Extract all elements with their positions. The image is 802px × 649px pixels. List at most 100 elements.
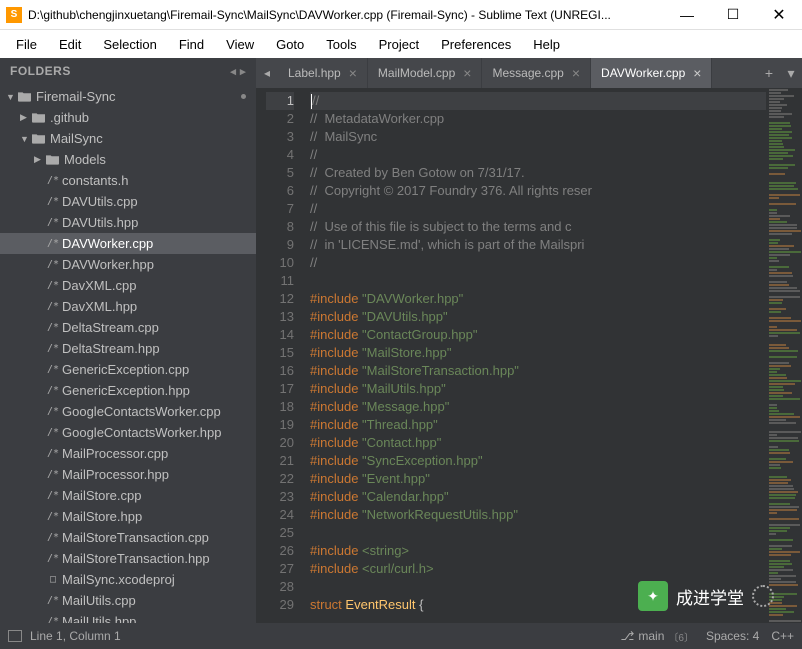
code-line[interactable]: #include "MailUtils.hpp"	[310, 380, 766, 398]
code-line[interactable]: #include <string>	[310, 542, 766, 560]
line-number[interactable]: 27	[266, 560, 294, 578]
tab-message-cpp[interactable]: Message.cpp×	[482, 58, 591, 88]
menu-help[interactable]: Help	[523, 34, 570, 55]
menu-file[interactable]: File	[6, 34, 47, 55]
code-line[interactable]: //	[310, 92, 766, 110]
code-line[interactable]: #include "Thread.hpp"	[310, 416, 766, 434]
tab-davworker-cpp[interactable]: DAVWorker.cpp×	[591, 58, 712, 88]
file-davutils-cpp[interactable]: /*DAVUtils.cpp	[0, 191, 256, 212]
line-number[interactable]: 22	[266, 470, 294, 488]
line-number[interactable]: 21	[266, 452, 294, 470]
code-line[interactable]: #include "Event.hpp"	[310, 470, 766, 488]
file-davworker-cpp[interactable]: /*DAVWorker.cpp	[0, 233, 256, 254]
line-number[interactable]: 6	[266, 182, 294, 200]
menu-preferences[interactable]: Preferences	[431, 34, 521, 55]
line-number[interactable]: 9	[266, 236, 294, 254]
line-number[interactable]: 5	[266, 164, 294, 182]
menu-selection[interactable]: Selection	[93, 34, 166, 55]
git-branch[interactable]: ⎇ main 〔6〕	[621, 629, 694, 644]
syntax-setting[interactable]: C++	[771, 629, 794, 643]
menu-goto[interactable]: Goto	[266, 34, 314, 55]
menu-edit[interactable]: Edit	[49, 34, 91, 55]
file-mailstore-cpp[interactable]: /*MailStore.cpp	[0, 485, 256, 506]
line-number[interactable]: 3	[266, 128, 294, 146]
code-line[interactable]: #include "Message.hpp"	[310, 398, 766, 416]
line-gutter[interactable]: 1234567891011121314151617181920212223242…	[256, 88, 304, 623]
file-constants-h[interactable]: /*constants.h	[0, 170, 256, 191]
line-number[interactable]: 13	[266, 308, 294, 326]
code-line[interactable]	[310, 524, 766, 542]
code-line[interactable]: #include <curl/curl.h>	[310, 560, 766, 578]
file-mailutils-cpp[interactable]: /*MailUtils.cpp	[0, 590, 256, 611]
file-mailprocessor-cpp[interactable]: /*MailProcessor.cpp	[0, 443, 256, 464]
code-line[interactable]	[310, 578, 766, 596]
code-line[interactable]: // in 'LICENSE.md', which is part of the…	[310, 236, 766, 254]
line-number[interactable]: 19	[266, 416, 294, 434]
code-line[interactable]: #include "Contact.hpp"	[310, 434, 766, 452]
tab-label-hpp[interactable]: Label.hpp×	[278, 58, 368, 88]
line-number[interactable]: 23	[266, 488, 294, 506]
file-mailstoretransaction-hpp[interactable]: /*MailStoreTransaction.hpp	[0, 548, 256, 569]
code-line[interactable]: #include "MailStoreTransaction.hpp"	[310, 362, 766, 380]
line-number[interactable]: 24	[266, 506, 294, 524]
minimize-button[interactable]: —	[664, 0, 710, 30]
line-number[interactable]: 29	[266, 596, 294, 614]
file-deltastream-hpp[interactable]: /*DeltaStream.hpp	[0, 338, 256, 359]
tab-scroll-left[interactable]: ◂	[256, 58, 278, 88]
file-genericexception-cpp[interactable]: /*GenericException.cpp	[0, 359, 256, 380]
close-icon[interactable]: ×	[693, 65, 701, 81]
new-tab-button[interactable]: +	[758, 58, 780, 88]
line-number[interactable]: 28	[266, 578, 294, 596]
code-line[interactable]: // MetadataWorker.cpp	[310, 110, 766, 128]
close-button[interactable]: ✕	[756, 0, 802, 30]
close-icon[interactable]: ×	[349, 65, 357, 81]
file-davutils-hpp[interactable]: /*DAVUtils.hpp	[0, 212, 256, 233]
file-genericexception-hpp[interactable]: /*GenericException.hpp	[0, 380, 256, 401]
code-line[interactable]: //	[310, 200, 766, 218]
line-number[interactable]: 17	[266, 380, 294, 398]
folder-firemail-sync[interactable]: ▼Firemail-Sync	[0, 86, 256, 107]
line-number[interactable]: 16	[266, 362, 294, 380]
file-davxml-hpp[interactable]: /*DavXML.hpp	[0, 296, 256, 317]
code-area[interactable]: 1234567891011121314151617181920212223242…	[256, 88, 802, 623]
line-number[interactable]: 14	[266, 326, 294, 344]
sidebar-nav-arrows[interactable]: ◂ ▸	[230, 65, 246, 78]
line-number[interactable]: 4	[266, 146, 294, 164]
file-googlecontactsworker-hpp[interactable]: /*GoogleContactsWorker.hpp	[0, 422, 256, 443]
tab-dropdown[interactable]: ▾	[780, 58, 802, 88]
file-davworker-hpp[interactable]: /*DAVWorker.hpp	[0, 254, 256, 275]
code-line[interactable]: //	[310, 254, 766, 272]
indent-setting[interactable]: Spaces: 4	[706, 629, 759, 643]
code-line[interactable]: // Created by Ben Gotow on 7/31/17.	[310, 164, 766, 182]
code-line[interactable]: struct EventResult {	[310, 596, 766, 614]
folder-mailsync[interactable]: ▼MailSync	[0, 128, 256, 149]
file-davxml-cpp[interactable]: /*DavXML.cpp	[0, 275, 256, 296]
maximize-button[interactable]: ☐	[710, 0, 756, 30]
close-icon[interactable]: ×	[463, 65, 471, 81]
code-line[interactable]: #include "Calendar.hpp"	[310, 488, 766, 506]
menu-tools[interactable]: Tools	[316, 34, 366, 55]
file-mailsync-xcodeproj[interactable]: □MailSync.xcodeproj	[0, 569, 256, 590]
code-line[interactable]: // Use of this file is subject to the te…	[310, 218, 766, 236]
menu-view[interactable]: View	[216, 34, 264, 55]
line-number[interactable]: 10	[266, 254, 294, 272]
cursor-position[interactable]: Line 1, Column 1	[30, 629, 121, 643]
panel-icon[interactable]	[8, 630, 22, 642]
folder-models[interactable]: ▶Models	[0, 149, 256, 170]
line-number[interactable]: 11	[266, 272, 294, 290]
minimap[interactable]	[766, 88, 802, 623]
line-number[interactable]: 26	[266, 542, 294, 560]
code-line[interactable]: // Copyright © 2017 Foundry 376. All rig…	[310, 182, 766, 200]
code-line[interactable]: // MailSync	[310, 128, 766, 146]
close-icon[interactable]: ×	[572, 65, 580, 81]
line-number[interactable]: 1	[266, 92, 294, 110]
code-line[interactable]: //	[310, 146, 766, 164]
code-line[interactable]: #include "DAVWorker.hpp"	[310, 290, 766, 308]
line-number[interactable]: 12	[266, 290, 294, 308]
menu-project[interactable]: Project	[369, 34, 429, 55]
line-number[interactable]: 25	[266, 524, 294, 542]
code-line[interactable]: #include "ContactGroup.hpp"	[310, 326, 766, 344]
file-mailstore-hpp[interactable]: /*MailStore.hpp	[0, 506, 256, 527]
code-content[interactable]: //// MetadataWorker.cpp// MailSync//// C…	[304, 88, 766, 623]
code-line[interactable]: #include "DAVUtils.hpp"	[310, 308, 766, 326]
